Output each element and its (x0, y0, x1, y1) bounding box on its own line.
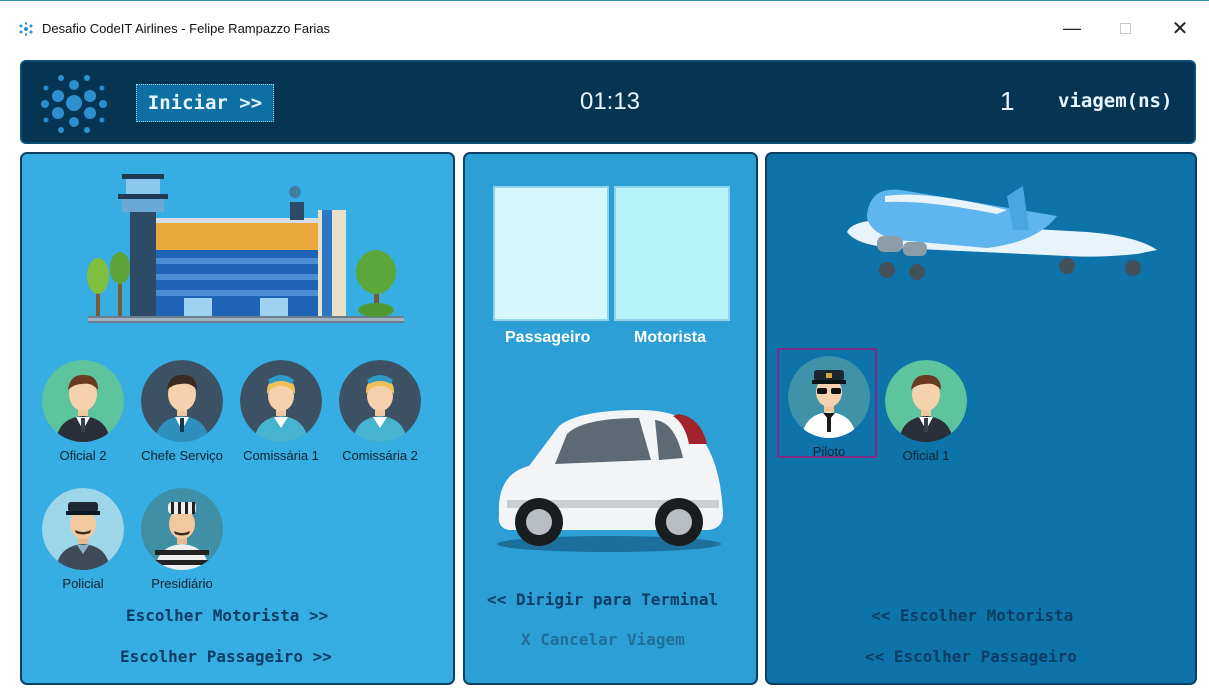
minimize-icon: — (1063, 17, 1081, 38)
person-label: Oficial 1 (902, 448, 950, 463)
officer-avatar-icon (885, 360, 967, 442)
person-label: Presidiário (151, 576, 213, 591)
pilot-avatar-icon (788, 356, 870, 438)
flight-attendant-avatar-icon (339, 360, 421, 442)
prisoner-avatar-icon (141, 488, 223, 570)
window-title: Desafio CodeIT Airlines - Felipe Rampazz… (42, 21, 331, 36)
airplane-illustration (847, 186, 1157, 280)
airplane-panel: Piloto Oficial 1 << Escolher Motorista <… (765, 152, 1197, 685)
cancel-trip-button[interactable]: X Cancelar Viagem (521, 630, 685, 649)
vehicle-panel: Passageiro Motorista << Dirigir para Ter… (463, 152, 758, 685)
person-comissaria-2[interactable]: Comissária 2 (330, 360, 430, 470)
terminal-building-illustration (87, 174, 404, 323)
trip-label: viagem(ns) (1058, 90, 1173, 112)
person-presidiario[interactable]: Presidiário (132, 488, 232, 598)
driver-seat-slot[interactable] (614, 186, 730, 321)
app-icon (19, 22, 33, 36)
trip-count: 1 (1000, 86, 1015, 116)
person-policial[interactable]: Policial (33, 488, 133, 598)
choose-driver-button[interactable]: Escolher Motorista >> (126, 606, 328, 625)
person-oficial-1[interactable]: Oficial 1 (876, 360, 976, 470)
person-comissaria-1[interactable]: Comissária 1 (231, 360, 331, 470)
minimize-button[interactable]: — (1052, 13, 1092, 43)
choose-driver-button[interactable]: << Escolher Motorista (871, 606, 1073, 625)
close-button[interactable]: ✕ (1160, 13, 1200, 43)
flight-attendant-avatar-icon (240, 360, 322, 442)
choose-passenger-button[interactable]: << Escolher Passageiro (865, 647, 1077, 666)
timer-display: 01:13 (579, 88, 641, 115)
start-button[interactable]: Iniciar >> (136, 84, 274, 122)
maximize-icon (1119, 22, 1131, 34)
header-bar: Iniciar >> 01:13 1 viagem(ns) (20, 60, 1196, 144)
passenger-seat-label: Passageiro (505, 329, 591, 346)
person-label: Comissária 2 (342, 448, 418, 463)
passenger-seat-slot[interactable] (493, 186, 609, 321)
terminal-panel: Oficial 2 Chefe Serviço Comissária 1 Com… (20, 152, 455, 685)
driver-seat-label: Motorista (634, 329, 706, 346)
person-chefe-servico[interactable]: Chefe Serviço (132, 360, 232, 470)
officer-avatar-icon (42, 360, 124, 442)
maximize-button[interactable] (1105, 13, 1145, 43)
drive-to-terminal-button[interactable]: << Dirigir para Terminal (487, 590, 718, 609)
person-oficial-2[interactable]: Oficial 2 (33, 360, 133, 470)
window-titlebar: Desafio CodeIT Airlines - Felipe Rampazz… (0, 0, 1209, 46)
chief-avatar-icon (141, 360, 223, 442)
close-icon: ✕ (1171, 17, 1189, 40)
choose-passenger-button[interactable]: Escolher Passageiro >> (120, 647, 332, 666)
dots-logo-icon (41, 75, 107, 133)
police-avatar-icon (42, 488, 124, 570)
person-piloto[interactable]: Piloto (777, 348, 877, 459)
car-illustration (497, 410, 723, 552)
